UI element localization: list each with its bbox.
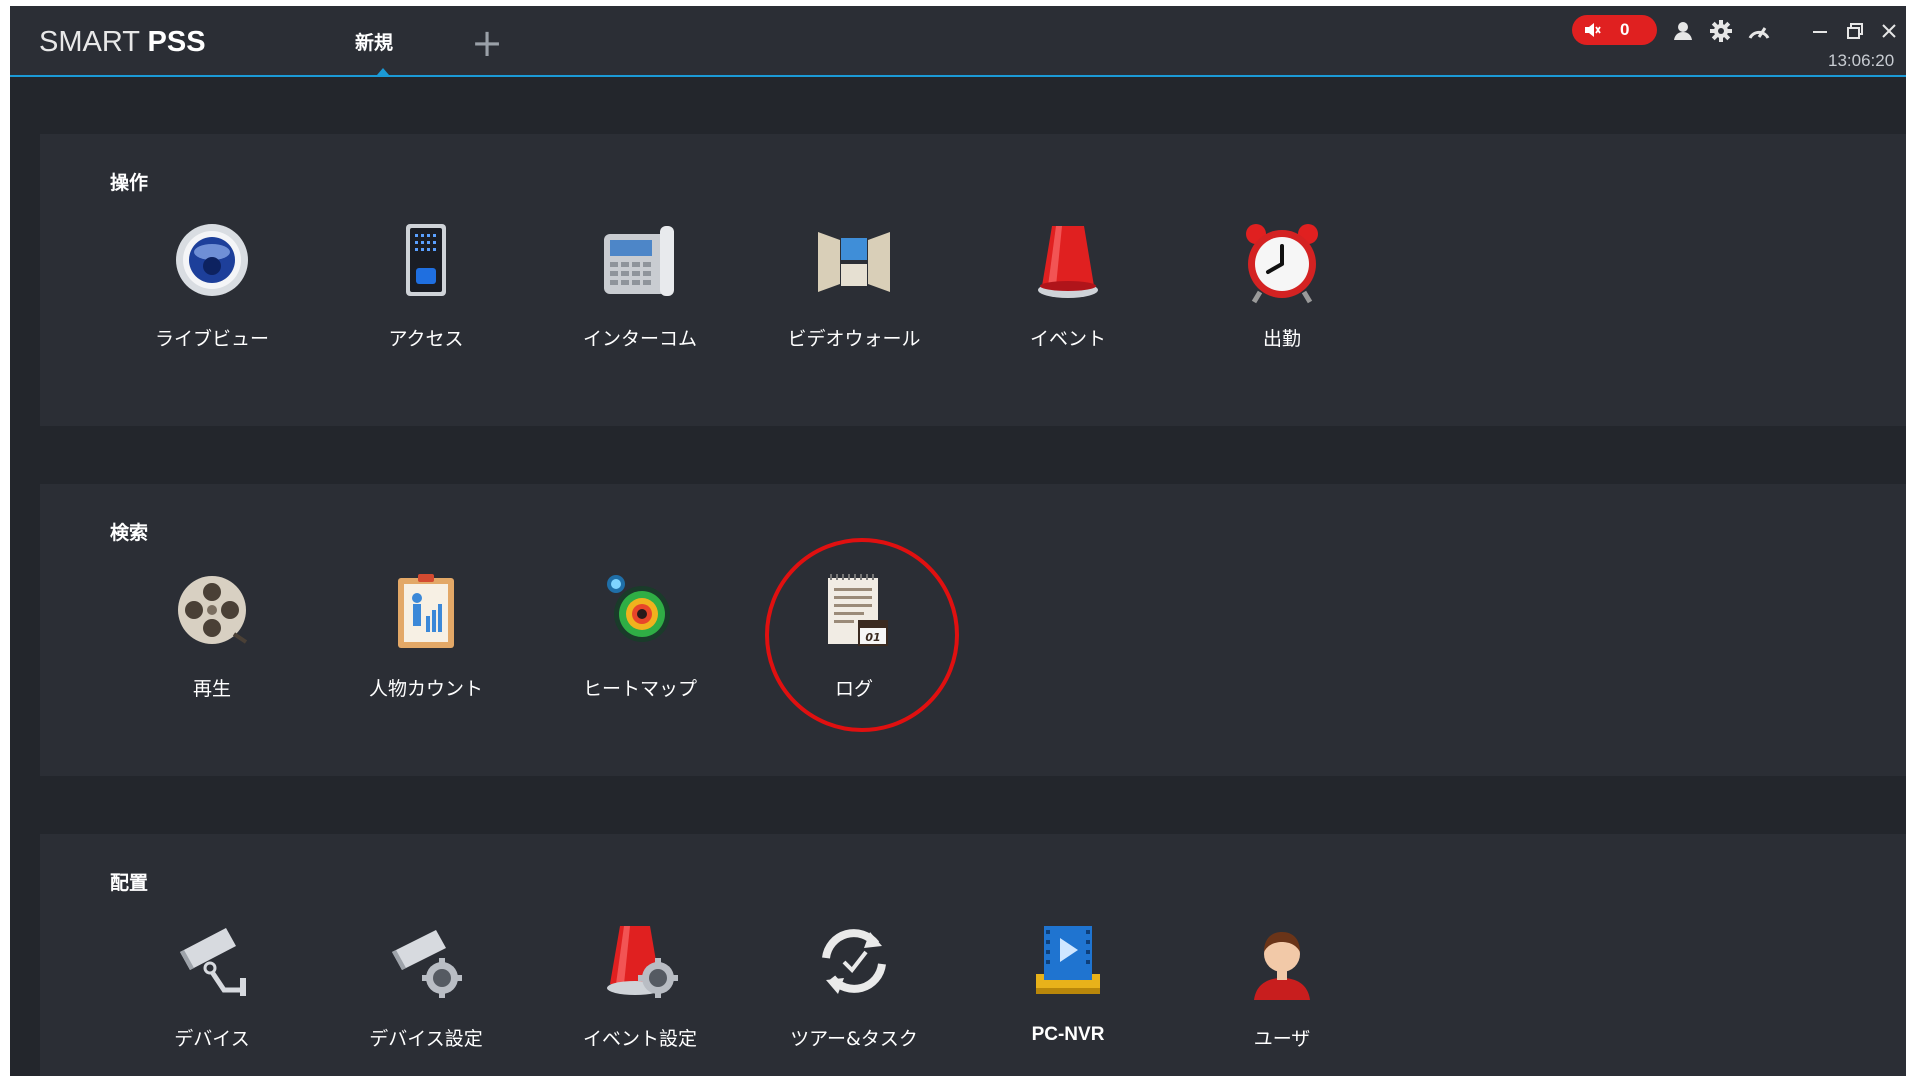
close-icon[interactable] xyxy=(1876,18,1902,44)
heat-map-icon xyxy=(607,575,670,642)
active-tab-indicator xyxy=(377,68,389,75)
tile-heat-map[interactable]: ヒートマップ xyxy=(548,572,718,722)
tile-access[interactable]: アクセス xyxy=(334,222,504,372)
user-account-icon[interactable] xyxy=(1670,18,1696,44)
minimize-icon[interactable] xyxy=(1807,18,1833,44)
tab-label: 新規 xyxy=(355,32,394,54)
tile-label: ユーザ xyxy=(1253,1028,1311,1050)
tile-intercom[interactable]: インターコム xyxy=(548,222,718,372)
tile-label: PC-NVR xyxy=(1031,1024,1105,1045)
tile-label: 再生 xyxy=(192,678,231,700)
clock-time: 13:06:20 xyxy=(1828,51,1895,70)
speaker-mute-icon xyxy=(1585,23,1601,37)
tile-label: ビデオウォール xyxy=(787,328,921,350)
performance-gauge-icon[interactable] xyxy=(1746,18,1772,44)
section-title: 操作 xyxy=(110,172,149,194)
device-icon xyxy=(180,928,246,996)
intercom-icon xyxy=(604,226,674,296)
tile-video-wall[interactable]: ビデオウォール xyxy=(762,222,932,372)
alarm-badge[interactable]: 0 xyxy=(1572,15,1657,45)
tile-event[interactable]: イベント xyxy=(976,222,1146,372)
restore-icon[interactable] xyxy=(1842,18,1868,44)
tour-task-icon xyxy=(822,929,886,994)
tile-playback[interactable]: 再生 xyxy=(120,572,290,722)
tile-label: アクセス xyxy=(388,328,464,350)
tile-pc-nvr[interactable]: PC-NVR xyxy=(976,922,1146,1072)
title-bar: SMART PSS 新規 + 0 13:06:20 xyxy=(10,6,1906,77)
section-search: 検索 再生 人物カウント ヒートマップ 01 ログ xyxy=(40,484,1906,776)
tile-label: イベント設定 xyxy=(582,1028,697,1050)
access-icon xyxy=(406,224,446,296)
tile-device[interactable]: デバイス xyxy=(120,922,290,1072)
event-icon xyxy=(1038,226,1098,298)
user-icon xyxy=(1254,932,1310,1000)
section-title: 配置 xyxy=(110,872,149,894)
tile-label: ライブビュー xyxy=(154,328,269,350)
alarm-count: 0 xyxy=(1620,20,1630,39)
tile-event-config[interactable]: イベント設定 xyxy=(548,922,718,1072)
tile-user[interactable]: ユーザ xyxy=(1190,922,1360,1072)
section-operation: 操作 ライブビュー アクセス インターコム ビデオウォール イベント 出勤 xyxy=(40,134,1906,426)
app-logo: SMART PSS xyxy=(39,26,206,58)
section-configuration: 配置 デバイス デバイス設定 イベント設定 ツアー&タスク PC-NVR ユーザ xyxy=(40,834,1906,1076)
highlight-circle xyxy=(765,538,959,732)
tile-label: 出勤 xyxy=(1262,328,1301,350)
attendance-icon xyxy=(1246,224,1318,304)
tile-label: イベント xyxy=(1029,328,1106,350)
tile-label: デバイス xyxy=(174,1028,250,1050)
tile-label: インターコム xyxy=(582,328,697,350)
gear-icon[interactable] xyxy=(1708,18,1734,44)
tile-people-counting[interactable]: 人物カウント xyxy=(334,572,504,722)
tile-label: 人物カウント xyxy=(368,678,483,700)
tab-new[interactable]: 新規 xyxy=(310,6,470,77)
playback-icon xyxy=(178,576,248,644)
tile-label: デバイス設定 xyxy=(369,1028,483,1050)
tile-device-config[interactable]: デバイス設定 xyxy=(334,922,504,1072)
smart-pss-window: SMART PSS 新規 + 0 13:06:20 操作 ライブビュー アクセス… xyxy=(10,6,1906,1076)
live-view-icon xyxy=(176,224,248,296)
add-tab-button[interactable]: + xyxy=(470,24,504,62)
tile-attendance[interactable]: 出勤 xyxy=(1190,222,1360,372)
tile-label: ツアー&タスク xyxy=(790,1028,918,1050)
device-config-icon xyxy=(392,930,462,998)
tile-label: ヒートマップ xyxy=(582,678,697,700)
event-config-icon xyxy=(607,926,678,998)
pc-nvr-icon xyxy=(1036,926,1100,994)
video-wall-icon xyxy=(818,232,890,292)
tile-live-view[interactable]: ライブビュー xyxy=(120,222,290,372)
tile-tour-task[interactable]: ツアー&タスク xyxy=(762,922,932,1072)
people-counting-icon xyxy=(398,574,454,648)
section-title: 検索 xyxy=(110,522,149,544)
